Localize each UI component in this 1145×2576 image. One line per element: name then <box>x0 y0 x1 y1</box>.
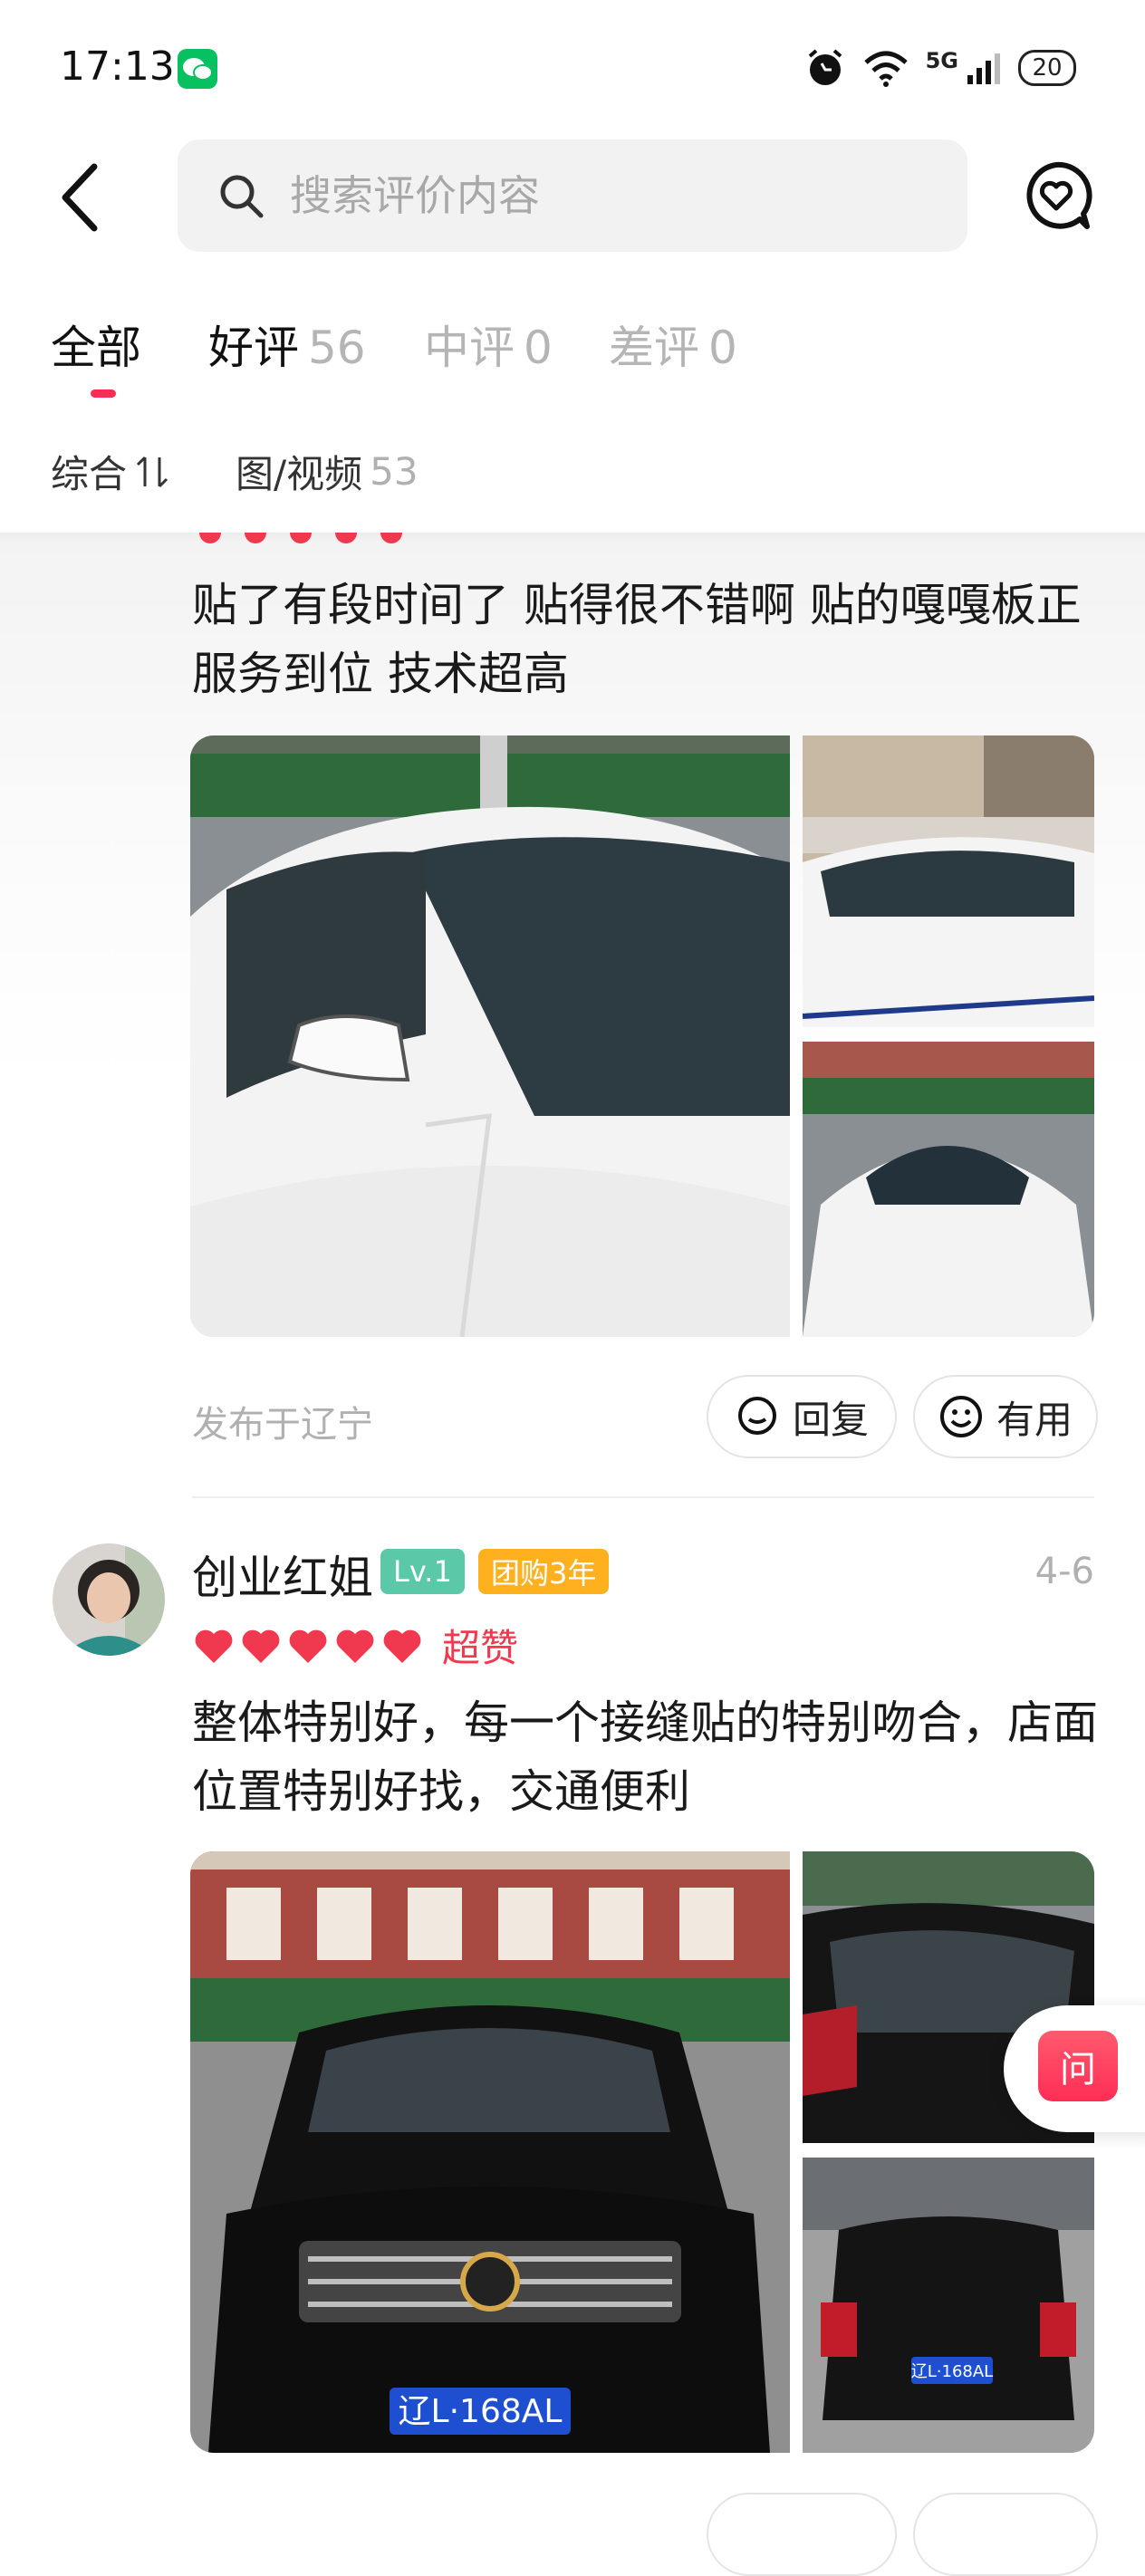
heart-chat-icon <box>1026 161 1092 229</box>
review-date: 4-6 <box>1034 1551 1094 1592</box>
suv-photo-main[interactable]: 辽L·168AL <box>190 1851 790 2453</box>
tab-neutral[interactable]: 中评 0 <box>424 312 553 377</box>
tab-active-indicator <box>91 389 116 398</box>
useful-button[interactable] <box>913 2493 1098 2576</box>
license-plate: 辽L·168AL <box>399 2393 563 2430</box>
avatar[interactable] <box>53 1543 165 1656</box>
sub-tab-label: 图/视频 <box>236 452 363 496</box>
network-label: 5G <box>925 48 958 73</box>
sub-tab-label: 综合 <box>51 452 128 496</box>
signal-icon <box>967 53 1000 84</box>
heart-icon <box>336 1629 374 1663</box>
reply-label: 回复 <box>792 1397 869 1442</box>
wechat-icon <box>178 49 217 89</box>
heart-icon <box>242 1629 280 1663</box>
sort-comprehensive[interactable]: 综合 <box>51 444 170 499</box>
tab-count: 0 <box>524 322 553 374</box>
useful-label: 有用 <box>996 1397 1073 1442</box>
search-input[interactable] <box>288 170 926 221</box>
useful-button[interactable]: 有用 <box>913 1375 1098 1458</box>
heart-rating-icons <box>195 1629 421 1663</box>
heart-icon <box>195 1629 233 1663</box>
back-button[interactable] <box>54 161 109 234</box>
rating-hearts-cut <box>192 533 428 543</box>
review-separator <box>192 1496 1094 1498</box>
wifi-icon <box>863 51 908 87</box>
tab-count: 56 <box>308 322 366 374</box>
filter-photo-video[interactable]: 图/视频 53 <box>236 444 419 499</box>
tab-negative[interactable]: 差评 0 <box>609 312 737 377</box>
car-photo-main[interactable] <box>190 735 790 1337</box>
tab-all[interactable]: 全部 <box>51 312 141 377</box>
license-plate: 辽L·168AL <box>911 2362 993 2381</box>
search-icon <box>220 175 264 218</box>
review-photos[interactable]: 辽L·168AL 辽L·168AL <box>190 1851 1094 2453</box>
review-location: 发布于辽宁 <box>192 1404 373 1446</box>
ask-icon: 问 <box>1038 2031 1118 2101</box>
suv-photo-rear[interactable]: 辽L·168AL <box>803 2158 1094 2453</box>
sort-icon <box>136 456 168 487</box>
tenure-badge: 团购3年 <box>478 1549 610 1594</box>
heart-icon <box>383 1629 421 1663</box>
car-photo-front[interactable] <box>803 1042 1094 1337</box>
tab-label: 好评 <box>208 322 299 374</box>
status-icons: 5G 20 <box>804 47 1076 89</box>
level-badge: Lv.1 <box>380 1549 465 1594</box>
tab-label: 全部 <box>51 322 141 374</box>
tab-label: 中评 <box>424 322 515 374</box>
review-text: 贴了有段时间了 贴得很不错啊 贴的嘎嘎板正 服务到位 技术超高 <box>192 579 1082 700</box>
tab-label: 差评 <box>609 322 699 374</box>
tab-positive[interactable]: 好评 56 <box>208 312 366 377</box>
review-text: 整体特别好，每一个接缝贴的特别吻合，店面位置特别好找，交通便利 <box>192 1697 1098 1818</box>
chevron-left-icon <box>62 163 98 232</box>
rating-label: 超赞 <box>442 1626 519 1670</box>
rating-hearts: 超赞 <box>190 1618 518 1673</box>
battery-icon: 20 <box>1018 50 1076 86</box>
comment-icon <box>737 1397 776 1435</box>
smile-icon <box>939 1396 982 1437</box>
ask-float-button[interactable]: 问 <box>1004 2005 1145 2132</box>
alarm-icon <box>808 49 842 85</box>
tab-count: 0 <box>708 322 737 374</box>
reply-button[interactable] <box>707 2493 897 2576</box>
status-time: 17:13 <box>60 43 175 90</box>
reply-button[interactable]: 回复 <box>707 1375 897 1458</box>
search-bar[interactable] <box>178 139 967 252</box>
chat-button[interactable] <box>1020 159 1092 232</box>
battery-level: 20 <box>1032 54 1063 82</box>
sub-tab-count: 53 <box>370 449 419 494</box>
heart-icon <box>289 1629 327 1663</box>
car-photo-side[interactable] <box>803 735 1094 1027</box>
reviewer-name[interactable]: 创业红姐 <box>192 1542 373 1607</box>
review-photos[interactable] <box>190 735 1094 1337</box>
